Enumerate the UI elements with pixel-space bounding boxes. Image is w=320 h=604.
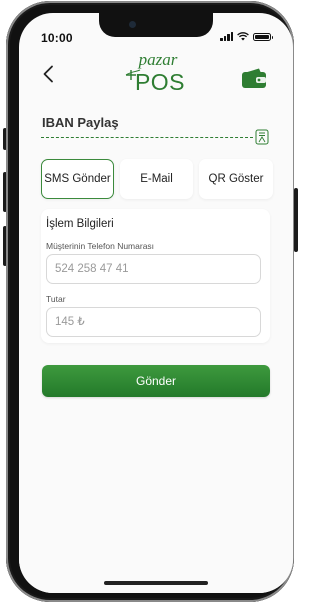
- logo-text-top: pazar: [138, 50, 178, 69]
- tab-email[interactable]: E-Mail: [120, 159, 193, 199]
- status-icons: [220, 32, 273, 41]
- tab-qr[interactable]: QR Göster: [199, 159, 273, 199]
- signal-icon: [220, 32, 233, 41]
- logo-text-bottom: POS: [135, 69, 185, 95]
- amount-label: Tutar: [46, 294, 66, 304]
- phone-label: Müşterinin Telefon Numarası: [46, 241, 155, 251]
- tab-sms[interactable]: SMS Gönder: [41, 159, 114, 199]
- battery-icon: [253, 32, 273, 41]
- wifi-icon: [237, 32, 249, 41]
- amount-input[interactable]: [46, 307, 261, 337]
- transaction-info-card: İşlem Bilgileri Müşterinin Telefon Numar…: [41, 209, 270, 343]
- bank-card-icon[interactable]: [255, 129, 269, 145]
- card-title: İşlem Bilgileri: [46, 218, 114, 230]
- wallet-icon[interactable]: [241, 67, 267, 89]
- notch: [99, 13, 213, 37]
- camera-icon: [129, 21, 136, 28]
- app-header: pazar POS: [19, 47, 293, 102]
- send-button[interactable]: Gönder: [42, 365, 270, 397]
- chevron-left-icon[interactable]: [41, 65, 57, 83]
- pazarpos-logo: pazar POS: [125, 50, 185, 95]
- phone-input[interactable]: [46, 254, 261, 284]
- page-title: IBAN Paylaş: [42, 115, 119, 130]
- phone-screen: 10:00 pazar POS IBAN Paylaş SMS Gönder E…: [19, 13, 293, 593]
- main-content: IBAN Paylaş SMS Gönder E-Mail QR Göster …: [19, 101, 293, 593]
- power-button: [294, 188, 298, 252]
- share-method-tabs: SMS Gönder E-Mail QR Göster: [41, 159, 273, 199]
- phone-frame: 10:00 pazar POS IBAN Paylaş SMS Gönder E…: [6, 1, 294, 602]
- status-time: 10:00: [41, 31, 73, 45]
- dashed-divider: [41, 137, 253, 138]
- home-indicator: [104, 581, 208, 585]
